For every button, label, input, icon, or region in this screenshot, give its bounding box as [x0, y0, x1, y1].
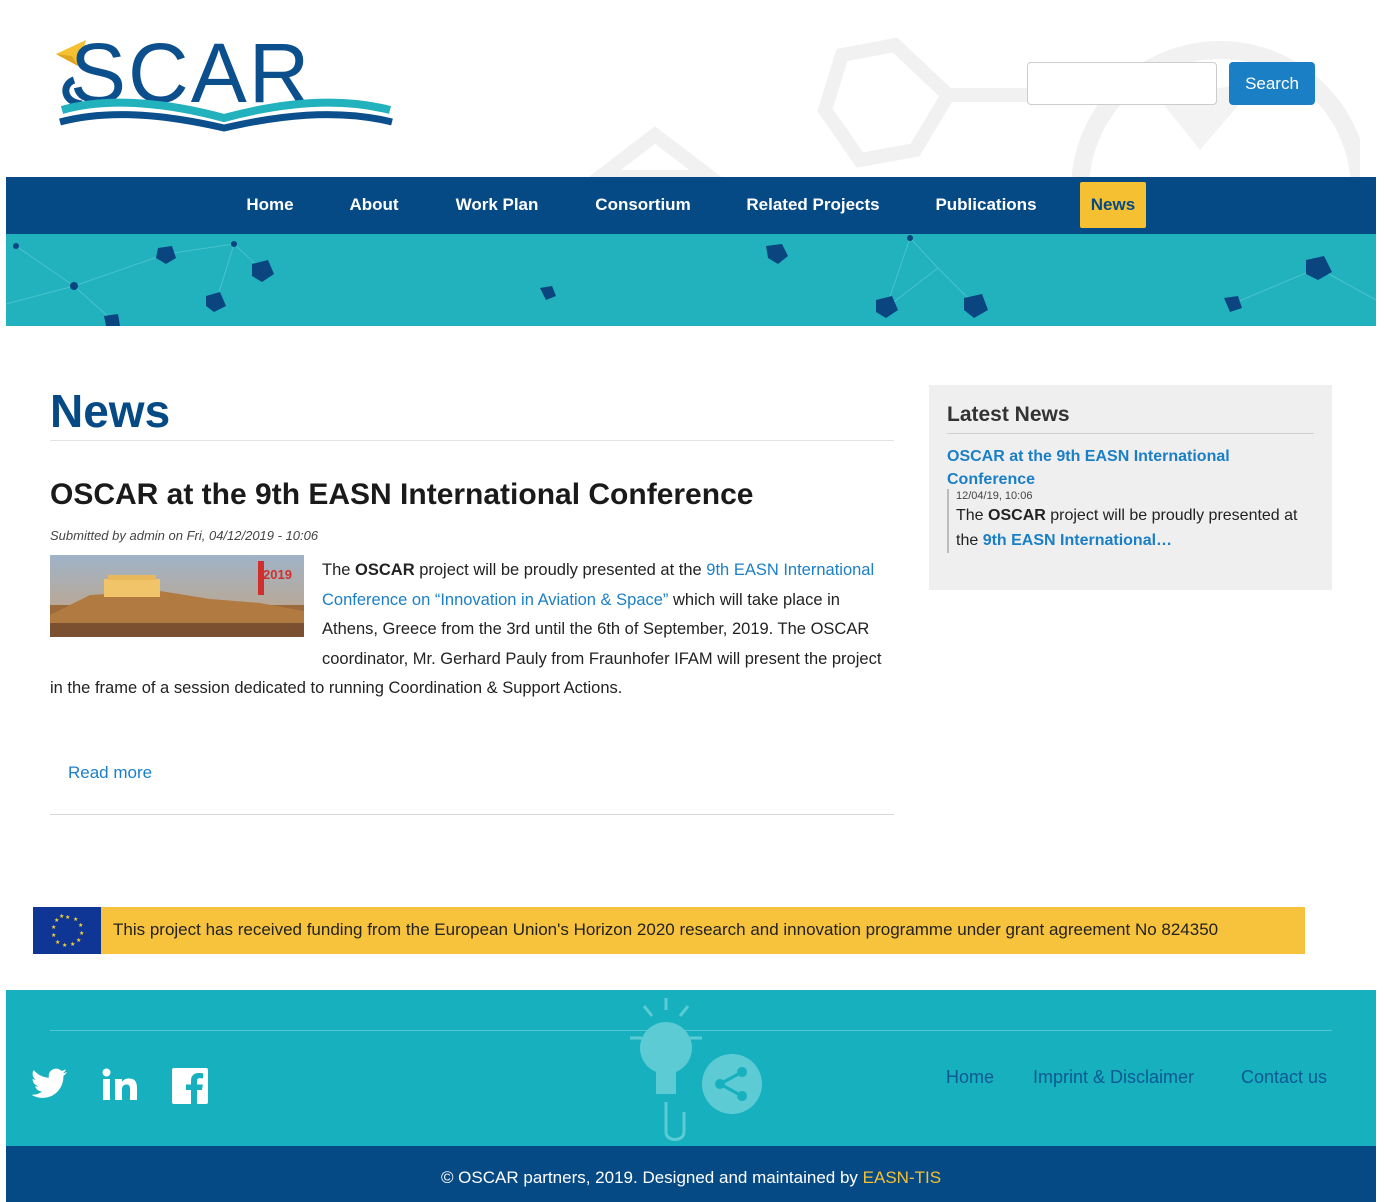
footer-link-contact[interactable]: Contact us	[1241, 1067, 1327, 1088]
article-divider	[50, 814, 894, 815]
latest-news-link[interactable]: OSCAR at the 9th EASN International Conf…	[947, 445, 1267, 491]
sidebar-divider	[947, 433, 1314, 434]
svg-text:★: ★	[78, 922, 83, 929]
oscar-logo[interactable]: SCAR	[52, 32, 397, 132]
article-body: The OSCAR project will be proudly presen…	[50, 561, 882, 697]
linkedin-icon[interactable]	[101, 1068, 141, 1107]
svg-text:★: ★	[70, 941, 75, 948]
nav-item-news[interactable]: News	[1080, 182, 1146, 228]
latest-news-teaser: The OSCAR project will be proudly presen…	[956, 507, 1298, 549]
latest-news-sidebar: Latest News OSCAR at the 9th EASN Intern…	[929, 385, 1332, 590]
funding-text: This project has received funding from t…	[113, 920, 1219, 939]
copyright-text: © OSCAR partners, 2019. Designed and mai…	[440, 1168, 942, 1187]
svg-text:★: ★	[79, 930, 84, 937]
svg-text:★: ★	[65, 914, 70, 921]
copyright-bar: © OSCAR partners, 2019. Designed and mai…	[6, 1146, 1376, 1202]
search-input[interactable]	[1027, 62, 1217, 105]
facebook-icon[interactable]	[172, 1068, 208, 1109]
oscar-logo-graphic: SCAR	[56, 32, 393, 132]
svg-text:★: ★	[55, 939, 60, 946]
footer-link-home[interactable]: Home	[946, 1067, 994, 1088]
site-header: SCAR Search	[0, 0, 1384, 177]
latest-news-entry: 12/04/19, 10:06 The OSCAR project will b…	[947, 489, 1317, 553]
svg-text:★: ★	[51, 932, 56, 939]
easn-tis-link[interactable]: EASN-TIS	[863, 1168, 941, 1187]
nav-item-related-projects[interactable]: Related Projects	[731, 182, 895, 228]
lightbulb-share-icon	[630, 998, 762, 1141]
nav-item-consortium[interactable]: Consortium	[581, 182, 705, 228]
nav-item-home[interactable]: Home	[232, 182, 308, 228]
main-navigation: Home About Work Plan Consortium Related …	[6, 177, 1376, 234]
search-button[interactable]: Search	[1229, 62, 1315, 105]
svg-text:★: ★	[76, 937, 81, 944]
latest-news-date: 12/04/19, 10:06	[956, 490, 1033, 502]
svg-text:★: ★	[59, 913, 64, 920]
eu-flag-icon: ★ ★ ★ ★ ★ ★ ★ ★ ★ ★ ★ ★	[33, 907, 101, 954]
page-title: News	[50, 385, 171, 437]
nav-item-publications[interactable]: Publications	[922, 182, 1050, 228]
nav-item-about[interactable]: About	[336, 182, 412, 228]
nav-item-work-plan[interactable]: Work Plan	[440, 182, 554, 228]
title-divider	[50, 440, 894, 441]
sidebar-title: Latest News	[947, 403, 1070, 426]
twitter-icon[interactable]	[31, 1068, 68, 1105]
article-title[interactable]: OSCAR at the 9th EASN International Conf…	[50, 478, 753, 512]
header-banner	[6, 234, 1376, 326]
network-pattern-graphic	[6, 235, 1376, 326]
read-more-link[interactable]: Read more	[68, 763, 152, 783]
funding-notice: ★ ★ ★ ★ ★ ★ ★ ★ ★ ★ ★ ★ This project has receive…	[33, 907, 1305, 954]
article-submitted-info: Submitted by admin on Fri, 04/12/2019 - …	[50, 528, 319, 543]
svg-text:★: ★	[62, 942, 67, 949]
site-footer: Home Imprint & Disclaimer Contact us	[6, 990, 1376, 1146]
svg-text:★: ★	[51, 924, 56, 931]
footer-link-imprint[interactable]: Imprint & Disclaimer	[1033, 1067, 1194, 1088]
latest-news-teaser-link[interactable]: 9th EASN International…	[983, 532, 1172, 549]
